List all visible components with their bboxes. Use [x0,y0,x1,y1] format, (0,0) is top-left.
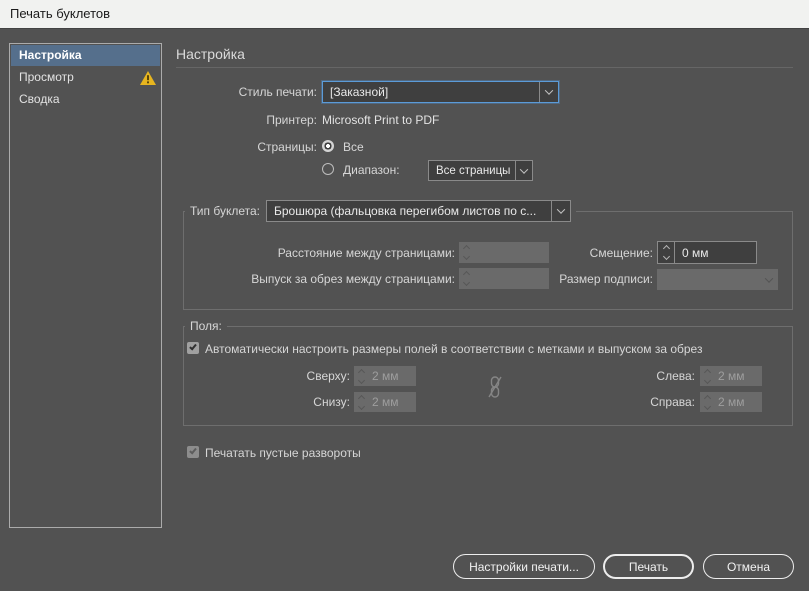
space-between-pages-label: Расстояние между страницами: [277,246,455,260]
window-title: Печать буклетов [10,6,111,21]
stepper-icon [354,394,368,410]
pages-range-select[interactable]: Все страницы [428,160,533,181]
creep-label: Смещение: [589,246,653,260]
margin-bottom-field: 2 мм [354,392,416,412]
cancel-button[interactable]: Отмена [703,554,794,579]
stepper-icon [354,368,368,384]
margin-left-label: Слева: [656,369,695,383]
stepper-icon [700,368,714,384]
print-settings-button[interactable]: Настройки печати... [453,554,595,579]
print-button[interactable]: Печать [603,554,694,579]
margin-left-value: 2 мм [718,369,745,383]
margin-left-field: 2 мм [700,366,762,386]
margin-top-value: 2 мм [372,369,399,383]
margin-right-value: 2 мм [718,395,745,409]
check-icon [188,446,197,455]
stepper-icon [700,394,714,410]
print-blank-spreads-checkbox[interactable] [187,446,199,458]
sidebar-item-label: Просмотр [19,70,74,84]
booklet-type-select[interactable]: Брошюра (фальцовка перегибом листов по с… [265,200,571,222]
sidebar-item-setup[interactable]: Настройка [11,45,160,66]
print-style-select[interactable]: [Заказной] [322,81,559,103]
printer-label: Принтер: [266,113,317,127]
sidebar-item-label: Настройка [19,48,82,62]
stepper-icon[interactable] [658,242,675,263]
window-titlebar[interactable]: Печать буклетов [0,0,809,28]
booklet-type-value: Брошюра (фальцовка перегибом листов по с… [273,204,537,218]
pages-label: Страницы: [257,140,317,154]
printer-value: Microsoft Print to PDF [322,113,440,127]
bleed-between-pages-label: Выпуск за обрез между страницами: [251,272,455,286]
print-style-value: [Заказной] [330,85,389,99]
signature-size-select [657,269,778,290]
signature-size-label: Размер подписи: [559,272,653,286]
chevron-down-icon [550,201,570,221]
margin-top-label: Сверху: [306,369,350,383]
creep-value: 0 мм [682,245,709,260]
creep-field[interactable]: 0 мм [657,241,757,264]
chevron-down-icon [760,273,778,283]
pages-range-value: Все страницы [436,164,511,177]
margin-bottom-label: Снизу: [313,395,350,409]
print-booklet-dialog: Настройка Просмотр Сводка Настройка Стил… [0,28,809,591]
print-blank-spreads-label: Печатать пустые развороты [205,446,361,460]
stepper-icon [459,244,473,261]
heading-divider [176,67,793,68]
margin-bottom-value: 2 мм [372,395,399,409]
pages-range-label: Диапазон: [343,163,400,177]
margin-right-field: 2 мм [700,392,762,412]
pages-range-radio[interactable] [322,163,334,175]
check-icon [188,342,197,351]
pages-all-label: Все [343,140,364,154]
chevron-down-icon [539,82,558,102]
stepper-icon [459,270,473,287]
sidebar-item-preview[interactable]: Просмотр [11,67,160,88]
margins-label: Поля: [190,319,222,333]
margin-right-label: Справа: [650,395,695,409]
margin-top-field: 2 мм [354,366,416,386]
sidebar-panel: Настройка Просмотр Сводка [9,43,162,528]
booklet-type-label: Тип буклета: [190,204,260,218]
auto-margins-label: Автоматически настроить размеры полей в … [205,342,703,356]
sidebar-item-summary[interactable]: Сводка [11,89,160,110]
margins-legend: Поля: [185,319,227,333]
pages-all-radio[interactable] [322,140,334,152]
auto-margins-checkbox[interactable] [187,342,199,354]
booklet-type-legend: Тип буклета: Брошюра (фальцовка перегибо… [185,200,576,222]
page-title: Настройка [176,46,245,62]
chevron-down-icon [515,161,532,180]
sidebar-item-label: Сводка [19,92,60,106]
warning-icon [140,71,156,85]
print-style-label: Стиль печати: [238,85,317,99]
broken-link-icon [488,376,502,398]
